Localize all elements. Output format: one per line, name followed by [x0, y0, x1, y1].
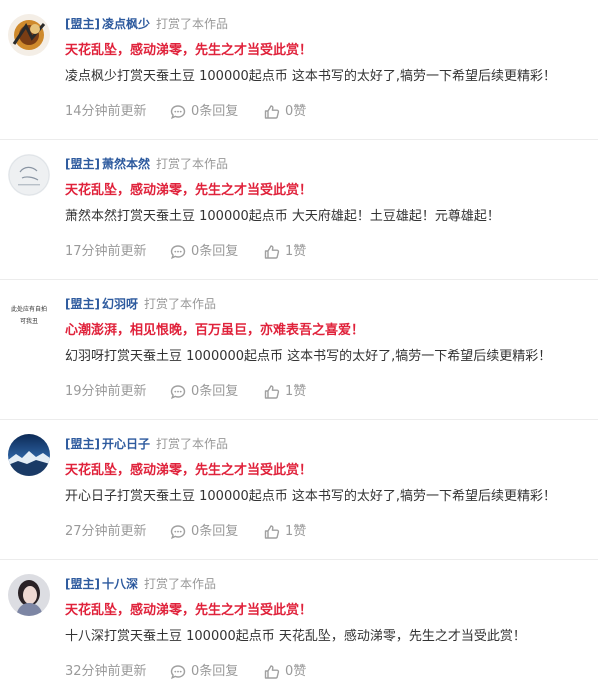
comment-item: [盟主] 十八深 打赏了本作品 天花乱坠，感动涕零，先生之才当受此赏！ 十八深打赏天… [0, 560, 598, 700]
action-text: 打赏了本作品 [156, 17, 229, 31]
like-button[interactable]: 0赞 [264, 102, 306, 122]
username-link[interactable]: 开心日子 [102, 437, 150, 451]
comment-content: [盟主] 开心日子 打赏了本作品 天花乱坠，感动涕零，先生之才当受此赏！ 开心日子打… [65, 434, 590, 542]
comment-footer: 27分钟前更新 0条回复 1赞 [65, 522, 590, 542]
comment-bubble-icon [170, 385, 186, 400]
comment-item: [盟主] 萧然本然 打赏了本作品 天花乱坠，感动涕零，先生之才当受此赏！ 萧然本然打… [0, 140, 598, 280]
comment-footer: 19分钟前更新 0条回复 1赞 [65, 382, 590, 402]
comment-item: [盟主] 凌点枫少 打赏了本作品 天花乱坠，感动涕零，先生之才当受此赏！ 凌点枫少打… [0, 0, 598, 140]
reward-headline: 天花乱坠，感动涕零，先生之才当受此赏！ [65, 603, 313, 618]
comment-content: [盟主] 凌点枫少 打赏了本作品 天花乱坠，感动涕零，先生之才当受此赏！ 凌点枫少打… [65, 14, 590, 122]
comment-body: 萧然本然打赏天蚕土豆 100000起点币 大天府雄起！土豆雄起！元尊雄起！ [65, 209, 500, 224]
like-button[interactable]: 0赞 [264, 662, 306, 682]
timestamp: 32分钟前更新 [65, 664, 147, 679]
avatar[interactable]: 此处应有自拍 可我丑 [8, 294, 50, 336]
timestamp: 17分钟前更新 [65, 244, 147, 259]
like-count: 0赞 [285, 664, 307, 679]
like-button[interactable]: 1赞 [264, 522, 306, 542]
reply-button[interactable]: 0条回复 [170, 242, 264, 262]
comment-item: 此处应有自拍 可我丑 [盟主] 幻羽呀 打赏了本作品 心潮澎湃，相见恨晚，百万虽巨，… [0, 280, 598, 420]
comment-content: [盟主] 幻羽呀 打赏了本作品 心潮澎湃，相见恨晚，百万虽巨，亦难表吾之喜爱！ 幻羽… [65, 294, 590, 402]
comment-footer: 17分钟前更新 0条回复 1赞 [65, 242, 590, 262]
avatar-caption-line-1: 此处应有自拍 [11, 305, 47, 313]
comment-body: 凌点枫少打赏天蚕土豆 100000起点币 这本书写的太好了,犒劳一下希望后续更精… [65, 69, 557, 84]
comment-body: 开心日子打赏天蚕土豆 100000起点币 这本书写的太好了,犒劳一下希望后续更精… [65, 489, 557, 504]
avatar[interactable] [8, 434, 50, 476]
reply-button[interactable]: 0条回复 [170, 662, 264, 682]
action-text: 打赏了本作品 [144, 577, 217, 591]
role-badge: [盟主] [65, 297, 100, 311]
comment-meta: [盟主] 萧然本然 打赏了本作品 [65, 154, 590, 174]
comment-bubble-icon [170, 245, 186, 260]
action-text: 打赏了本作品 [156, 437, 229, 451]
thumbs-up-icon [264, 385, 280, 399]
avatar[interactable] [8, 154, 50, 196]
like-button[interactable]: 1赞 [264, 382, 306, 402]
comment-meta: [盟主] 幻羽呀 打赏了本作品 [65, 294, 590, 314]
comment-bubble-icon [170, 105, 186, 120]
like-button[interactable]: 1赞 [264, 242, 306, 262]
reply-count: 0条回复 [191, 384, 239, 399]
reply-count: 0条回复 [191, 104, 239, 119]
reply-count: 0条回复 [191, 244, 239, 259]
username-link[interactable]: 萧然本然 [102, 157, 150, 171]
timestamp: 14分钟前更新 [65, 104, 147, 119]
comment-footer: 32分钟前更新 0条回复 0赞 [65, 662, 590, 682]
comment-body: 十八深打赏天蚕土豆 100000起点币 天花乱坠，感动涕零，先生之才当受此赏！ [65, 629, 526, 644]
like-count: 1赞 [285, 384, 307, 399]
reward-headline: 天花乱坠，感动涕零，先生之才当受此赏！ [65, 463, 313, 478]
reward-headline: 天花乱坠，感动涕零，先生之才当受此赏！ [65, 43, 313, 58]
like-count: 1赞 [285, 524, 307, 539]
thumbs-up-icon [264, 245, 280, 259]
comment-meta: [盟主] 开心日子 打赏了本作品 [65, 434, 590, 454]
comment-bubble-icon [170, 525, 186, 540]
timestamp: 27分钟前更新 [65, 524, 147, 539]
avatar[interactable] [8, 574, 50, 616]
avatar[interactable] [8, 14, 50, 56]
like-count: 1赞 [285, 244, 307, 259]
comment-meta: [盟主] 十八深 打赏了本作品 [65, 574, 590, 594]
action-text: 打赏了本作品 [156, 157, 229, 171]
comment-bubble-icon [170, 665, 186, 680]
thumbs-up-icon [264, 525, 280, 539]
reply-button[interactable]: 0条回复 [170, 382, 264, 402]
reward-headline: 心潮澎湃，相见恨晚，百万虽巨，亦难表吾之喜爱！ [65, 323, 365, 338]
comment-list: [盟主] 凌点枫少 打赏了本作品 天花乱坠，感动涕零，先生之才当受此赏！ 凌点枫少打… [0, 0, 598, 700]
action-text: 打赏了本作品 [144, 297, 217, 311]
username-link[interactable]: 凌点枫少 [102, 17, 150, 31]
comment-meta: [盟主] 凌点枫少 打赏了本作品 [65, 14, 590, 34]
comment-item: [盟主] 开心日子 打赏了本作品 天花乱坠，感动涕零，先生之才当受此赏！ 开心日子打… [0, 420, 598, 560]
thumbs-up-icon [264, 105, 280, 119]
comment-body: 幻羽呀打赏天蚕土豆 1000000起点币 这本书写的太好了,犒劳一下希望后续更精… [65, 349, 552, 364]
comment-content: [盟主] 十八深 打赏了本作品 天花乱坠，感动涕零，先生之才当受此赏！ 十八深打赏天… [65, 574, 590, 682]
reply-button[interactable]: 0条回复 [170, 522, 264, 542]
avatar-caption-line-2: 可我丑 [20, 317, 38, 325]
reply-count: 0条回复 [191, 664, 239, 679]
role-badge: [盟主] [65, 157, 100, 171]
reward-headline: 天花乱坠，感动涕零，先生之才当受此赏！ [65, 183, 313, 198]
reply-count: 0条回复 [191, 524, 239, 539]
role-badge: [盟主] [65, 437, 100, 451]
comment-footer: 14分钟前更新 0条回复 0赞 [65, 102, 590, 122]
role-badge: [盟主] [65, 577, 100, 591]
comment-content: [盟主] 萧然本然 打赏了本作品 天花乱坠，感动涕零，先生之才当受此赏！ 萧然本然打… [65, 154, 590, 262]
username-link[interactable]: 幻羽呀 [102, 297, 138, 311]
role-badge: [盟主] [65, 17, 100, 31]
thumbs-up-icon [264, 665, 280, 679]
like-count: 0赞 [285, 104, 307, 119]
reply-button[interactable]: 0条回复 [170, 102, 264, 122]
username-link[interactable]: 十八深 [102, 577, 138, 591]
timestamp: 19分钟前更新 [65, 384, 147, 399]
